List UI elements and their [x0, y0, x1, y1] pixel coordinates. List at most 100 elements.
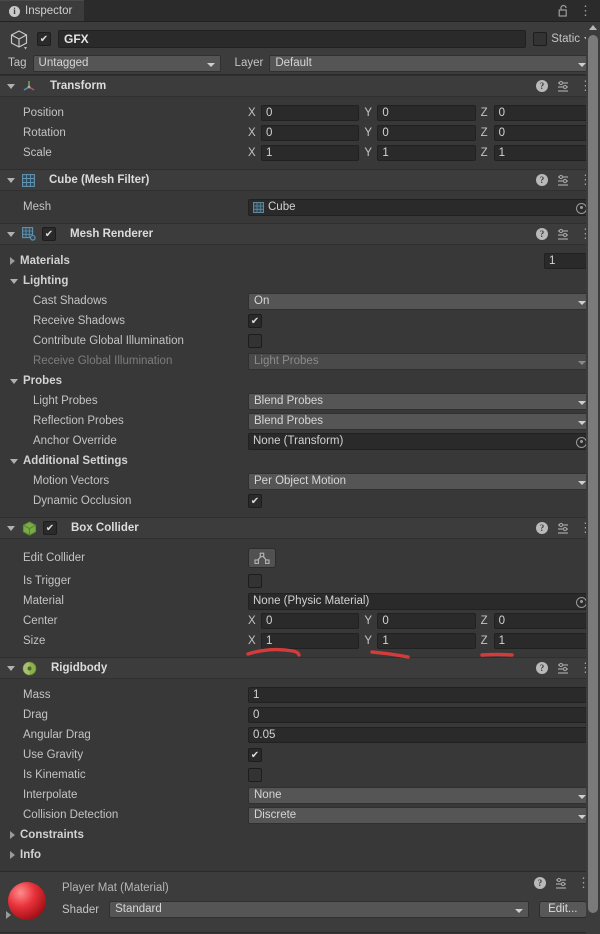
scroll-up-arrow-icon[interactable]: [589, 25, 597, 30]
kebab-menu-icon[interactable]: ⋮: [579, 4, 592, 17]
property-row-drag: Drag 0: [0, 705, 600, 725]
inspector-window: i Inspector ⋮ ✔ GFX ✔ Static: [0, 0, 600, 934]
component-body-mesh-renderer: Materials 1 Lighting Cast Shadows On Receive …: [0, 245, 600, 517]
axis-label-z: Z: [480, 147, 488, 159]
component-header-mesh-filter[interactable]: Cube (Mesh Filter)?⋮: [0, 169, 600, 191]
property-row-angular-drag: Angular Drag 0.05: [0, 725, 600, 745]
preset-icon[interactable]: [557, 662, 570, 674]
mesh-object-field[interactable]: Cube: [248, 198, 592, 216]
dynamic-occlusion-checkbox[interactable]: ✔: [248, 494, 262, 508]
preset-icon[interactable]: [557, 228, 570, 240]
position-x-input[interactable]: 0: [261, 105, 360, 121]
component-foldout[interactable]: [6, 83, 16, 89]
cast-shadows-dropdown[interactable]: On: [248, 292, 592, 310]
component-header-box-collider[interactable]: ✔Box Collider?⋮: [0, 517, 600, 539]
property-label: Scale: [23, 147, 52, 159]
component-header-mesh-renderer[interactable]: ✔Mesh Renderer?⋮: [0, 223, 600, 245]
component-enabled-checkbox[interactable]: ✔: [42, 227, 56, 241]
interpolate-dropdown[interactable]: None: [248, 786, 592, 804]
light-probes-dropdown[interactable]: Blend Probes: [248, 392, 592, 410]
component-list: Transform?⋮PositionX0Y0Z0RotationX0Y0Z0S…: [0, 75, 600, 871]
center-y-input[interactable]: 0: [377, 613, 476, 629]
is-kinematic-checkbox[interactable]: ✔: [248, 768, 262, 782]
help-icon[interactable]: ?: [534, 877, 546, 889]
center-z-input[interactable]: 0: [493, 613, 592, 629]
vertical-scrollbar[interactable]: [586, 23, 600, 934]
chevron-right-icon: [10, 257, 15, 265]
help-icon[interactable]: ?: [536, 228, 548, 240]
component-foldout[interactable]: [6, 665, 16, 671]
material-foldout-arrow-icon[interactable]: [6, 911, 11, 919]
property-label: Drag: [23, 709, 48, 721]
component-header-rigidbody[interactable]: Rigidbody?⋮: [0, 657, 600, 679]
scale-x-input[interactable]: 1: [261, 145, 360, 161]
material-object-field[interactable]: None (Physic Material): [248, 592, 592, 610]
reflection-probes-dropdown[interactable]: Blend Probes: [248, 412, 592, 430]
component-body-rigidbody: Mass 1 Drag 0 Angular Drag 0.05 Use Gravity ✔ Is…: [0, 679, 600, 871]
scrollbar-thumb[interactable]: [588, 35, 598, 913]
help-icon[interactable]: ?: [536, 174, 548, 186]
rotation-y-input[interactable]: 0: [377, 125, 476, 141]
rotation-x-input[interactable]: 0: [261, 125, 360, 141]
shader-dropdown[interactable]: Standard: [109, 901, 530, 918]
foldout-additional-settings[interactable]: Additional Settings: [0, 455, 248, 467]
size-x-input[interactable]: 1: [261, 633, 360, 649]
foldout-constraints[interactable]: Constraints: [0, 829, 248, 841]
tab-inspector[interactable]: i Inspector: [0, 0, 85, 21]
lock-open-icon[interactable]: [558, 4, 569, 17]
mass-input[interactable]: 1: [248, 687, 592, 703]
layer-dropdown[interactable]: Default: [269, 54, 592, 72]
position-z-input[interactable]: 0: [493, 105, 592, 121]
use-gravity-checkbox[interactable]: ✔: [248, 748, 262, 762]
collision-detection-dropdown[interactable]: Discrete: [248, 806, 592, 824]
help-icon[interactable]: ?: [536, 80, 548, 92]
motion-vectors-dropdown[interactable]: Per Object Motion: [248, 472, 592, 490]
receive-shadows-checkbox[interactable]: ✔: [248, 314, 262, 328]
scale-z-input[interactable]: 1: [493, 145, 592, 161]
is-trigger-checkbox[interactable]: ✔: [248, 574, 262, 588]
help-icon[interactable]: ?: [536, 522, 548, 534]
size-z-input[interactable]: 1: [493, 633, 592, 649]
help-icon[interactable]: ?: [536, 662, 548, 674]
scale-y-input[interactable]: 1: [377, 145, 476, 161]
shader-label: Shader: [62, 903, 100, 916]
edit-collider-button[interactable]: [248, 548, 276, 568]
object-enabled-checkbox[interactable]: ✔: [37, 32, 51, 46]
angular-drag-input[interactable]: 0.05: [248, 727, 592, 743]
axis-label-y: Y: [364, 127, 372, 139]
foldout-lighting[interactable]: Lighting: [0, 275, 248, 287]
property-label: Cast Shadows: [33, 295, 108, 307]
foldout-info[interactable]: Info: [0, 849, 248, 861]
center-x-input[interactable]: 0: [261, 613, 360, 629]
static-checkbox[interactable]: ✔: [533, 32, 548, 46]
contribute-global-illumination-checkbox[interactable]: ✔: [248, 334, 262, 348]
component-foldout[interactable]: [6, 231, 16, 237]
materials-size-input[interactable]: 1: [544, 253, 592, 269]
size-y-input[interactable]: 1: [377, 633, 476, 649]
preset-icon[interactable]: [557, 522, 570, 534]
axis-label-x: X: [248, 107, 256, 119]
foldout-materials[interactable]: Materials: [0, 255, 248, 267]
position-y-input[interactable]: 0: [377, 105, 476, 121]
component-header-transform[interactable]: Transform?⋮: [0, 75, 600, 97]
component-foldout[interactable]: [6, 525, 16, 531]
foldout-probes[interactable]: Probes: [0, 375, 248, 387]
property-row-materials: Materials 1: [0, 251, 600, 271]
preset-icon[interactable]: [557, 80, 570, 92]
component-enabled-checkbox[interactable]: ✔: [43, 521, 57, 535]
property-label: Use Gravity: [23, 749, 84, 761]
component-foldout[interactable]: [6, 177, 16, 183]
tag-dropdown[interactable]: Untagged: [32, 54, 221, 72]
drag-input[interactable]: 0: [248, 707, 592, 723]
property-label: Collision Detection: [23, 809, 119, 821]
preset-icon[interactable]: [555, 877, 568, 889]
material-preview-panel: ? ⋮ Player Mat (Material) Shader Standar…: [0, 871, 600, 933]
anchor-override-object-field[interactable]: None (Transform): [248, 432, 592, 450]
object-field-value: None (Transform): [253, 434, 344, 447]
property-label: Reflection Probes: [33, 415, 124, 427]
rotation-z-input[interactable]: 0: [493, 125, 592, 141]
preset-icon[interactable]: [557, 174, 570, 186]
object-name-input[interactable]: GFX: [58, 30, 527, 48]
component-body-transform: Position X 0 Y 0 Z 0 Rotation X 0 Y 0 Z 0 Scale X 1 Y 1 Z 1: [0, 97, 600, 169]
edit-shader-button[interactable]: Edit...: [539, 901, 587, 918]
